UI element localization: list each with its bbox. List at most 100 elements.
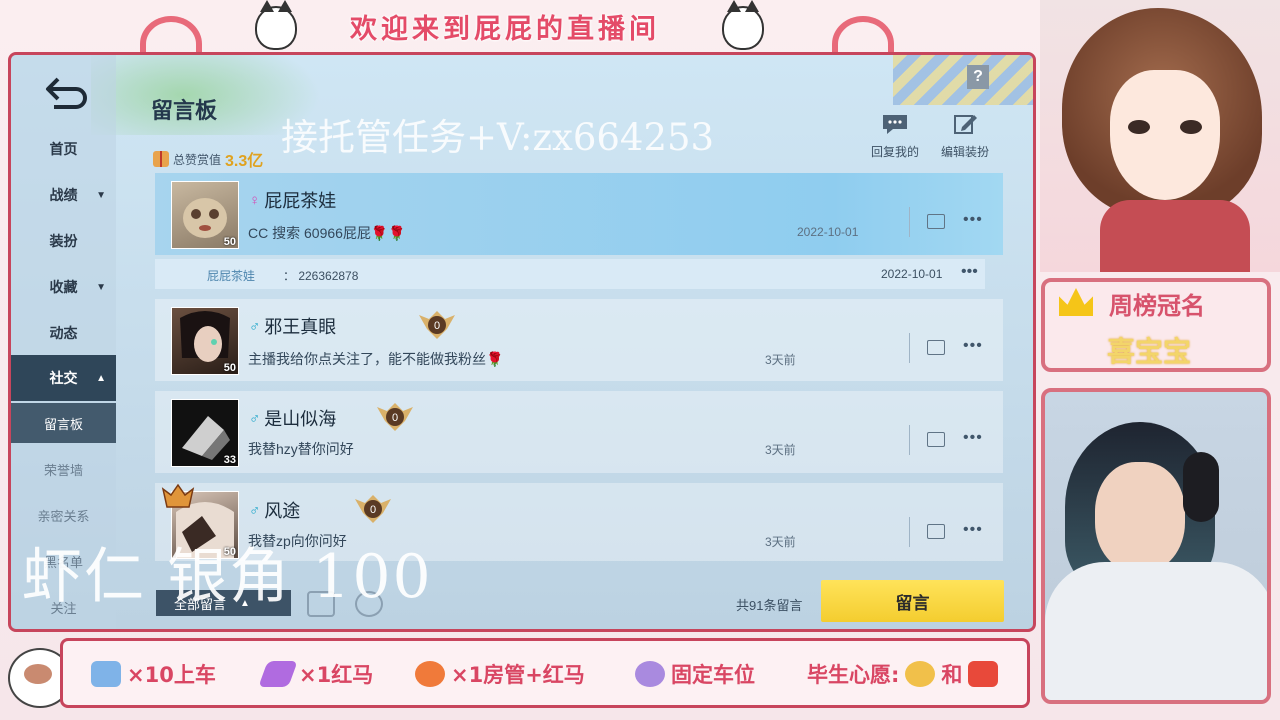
sidebar-item-collection[interactable]: 收藏 ▼ [11, 267, 116, 307]
sidebar-item-social[interactable]: 社交 ▲ [11, 355, 116, 401]
sidebar-item-label: 首页 [49, 141, 78, 157]
help-icon[interactable]: ? [967, 65, 989, 89]
rank-label: 周榜冠名 [1109, 292, 1205, 320]
sidebar-item-label: 动态 [49, 325, 78, 341]
reply-me-label: 回复我的 [871, 145, 920, 159]
stream-banner: 欢迎来到屁屁的直播间 [250, 4, 760, 48]
edit-outfit-button[interactable]: 编辑装扮 [941, 113, 989, 160]
reply-icon[interactable] [927, 340, 945, 355]
reply-icon[interactable] [927, 214, 945, 229]
male-icon: ♂ [249, 501, 261, 519]
divider [909, 517, 910, 547]
banner-title: 欢迎来到屁屁的直播间 [350, 13, 660, 45]
badge-value: 0 [392, 412, 398, 424]
webcam-person-face [1095, 462, 1185, 572]
lion-mask-icon [968, 661, 999, 687]
character-body [1100, 200, 1250, 272]
avatar[interactable]: 50 [171, 307, 239, 375]
page-title: 留言板 [151, 98, 218, 123]
badge-value: 0 [434, 320, 440, 332]
level-label: 50 [223, 236, 236, 248]
gift-rule-item: 毕生心愿: 和 [807, 659, 999, 689]
sidebar-item-outfit[interactable]: 装扮 [11, 221, 116, 261]
username[interactable]: ♂ 是山似海 [249, 405, 336, 431]
edit-icon [951, 113, 979, 135]
sidebar-item-home[interactable]: 首页 [11, 129, 116, 169]
message-date: 2022-10-01 [797, 225, 859, 239]
username-text: 风途 [264, 501, 301, 521]
reply-author[interactable]: 屁屁茶娃 [207, 267, 255, 284]
gift-rule-item: ×10上车 [91, 659, 216, 689]
wings-icon [635, 661, 665, 687]
username[interactable]: ♂ 风途 [249, 497, 300, 523]
vip-crest-icon [161, 483, 195, 508]
webcam-feed [1041, 388, 1271, 704]
sidebar-item-label: 战绩 [49, 187, 78, 203]
sidebar-item-activity[interactable]: 动态 [11, 313, 116, 353]
username[interactable]: ♀ 屁屁茶娃 [249, 187, 336, 213]
reply-date: 2022-10-01 [881, 267, 943, 281]
level-label: 50 [223, 362, 236, 374]
reply-icon[interactable] [927, 524, 945, 539]
message-card[interactable]: 50 ♀ 屁屁茶娃 CC 搜索 60966屁屁🌹🌹 2022-10-01 ••• [155, 173, 1003, 255]
female-icon: ♀ [249, 191, 261, 209]
reply-row: 屁屁茶娃 ： 226362878 2022-10-01 ••• [155, 259, 985, 289]
sidebar-subitem-message-board[interactable]: 留言板 [11, 403, 116, 443]
gift-rule-text: ×1房管+红马 [451, 663, 585, 687]
character-face [1110, 70, 1220, 200]
sidebar-item-label: 社交 [49, 370, 78, 386]
sidebar-subitem-label: 荣誉墙 [43, 462, 83, 478]
username[interactable]: ♂ 邪王真眼 [249, 313, 336, 339]
watermark-text: 接托管任务+V:zx664253 [281, 116, 715, 159]
sidebar-item-label: 装扮 [49, 233, 78, 249]
more-options-icon[interactable]: ••• [963, 337, 983, 355]
total-messages: 共91条留言 [736, 598, 803, 613]
level-label: 33 [223, 454, 236, 466]
gift-icon [153, 151, 169, 167]
reply-me-button[interactable]: 回复我的 [871, 113, 919, 160]
gift-rules-bar: ×10上车 ×1红马 ×1房管+红马 固定车位 毕生心愿: 和 [60, 638, 1030, 708]
sidebar-subitem-label: 亲密关系 [37, 508, 90, 524]
more-options-icon[interactable]: ••• [963, 521, 983, 539]
caret-down-icon: ▼ [96, 189, 106, 201]
gift-rule-text: 固定车位 [671, 663, 755, 687]
reply-icon[interactable] [927, 432, 945, 447]
reply-text: ： 226362878 [283, 269, 359, 283]
message-card[interactable]: 50 ♂ 邪王真眼 0 主播我给你点关注了，能不能做我粉丝🌹 3天前 ••• [155, 299, 1003, 381]
message-text: 我替hzy替你问好 [248, 441, 354, 457]
chat-bubble-icon [881, 113, 909, 135]
post-message-button[interactable]: 留言 [821, 580, 1004, 622]
post-message-label: 留言 [895, 593, 930, 613]
rank-badge-icon: 0 [355, 495, 391, 523]
rocket-icon [258, 661, 298, 687]
more-options-icon[interactable]: ••• [963, 429, 983, 447]
reward-value: 3.3亿 [225, 153, 264, 170]
caret-down-icon: ▼ [96, 281, 106, 293]
sidebar-subitem-honor-wall[interactable]: 荣誉墙 [11, 449, 116, 489]
fire-horse-icon [415, 661, 445, 687]
rank-badge-icon: 0 [419, 311, 455, 339]
more-options-icon[interactable]: ••• [961, 263, 978, 281]
sidebar-item-record[interactable]: 战绩 ▼ [11, 175, 116, 215]
edit-outfit-label: 编辑装扮 [941, 145, 990, 159]
username-text: 是山似海 [264, 409, 337, 429]
avatar[interactable]: 33 [171, 399, 239, 467]
message-text: CC 搜索 60966屁屁🌹🌹 [248, 225, 406, 241]
username-text: 邪王真眼 [264, 317, 337, 337]
divider [909, 333, 910, 363]
male-icon: ♂ [249, 409, 261, 427]
avatar[interactable]: 50 [171, 181, 239, 249]
username-text: 屁屁茶娃 [264, 191, 337, 211]
headset-icon [1183, 452, 1219, 522]
more-options-icon[interactable]: ••• [963, 211, 983, 229]
badge-value: 0 [370, 504, 376, 516]
character-eye [1180, 120, 1202, 134]
gift-rule-item: ×1红马 [258, 659, 373, 689]
rank-badge-icon: 0 [377, 403, 413, 431]
message-card[interactable]: 33 ♂ 是山似海 0 我替hzy替你问好 3天前 ••• [155, 391, 1003, 473]
character-eye [1128, 120, 1150, 134]
webcam-person-body [1045, 562, 1267, 700]
back-button[interactable] [44, 75, 90, 109]
caret-up-icon: ▲ [96, 372, 106, 384]
gift-rule-text: ×10上车 [127, 663, 216, 687]
